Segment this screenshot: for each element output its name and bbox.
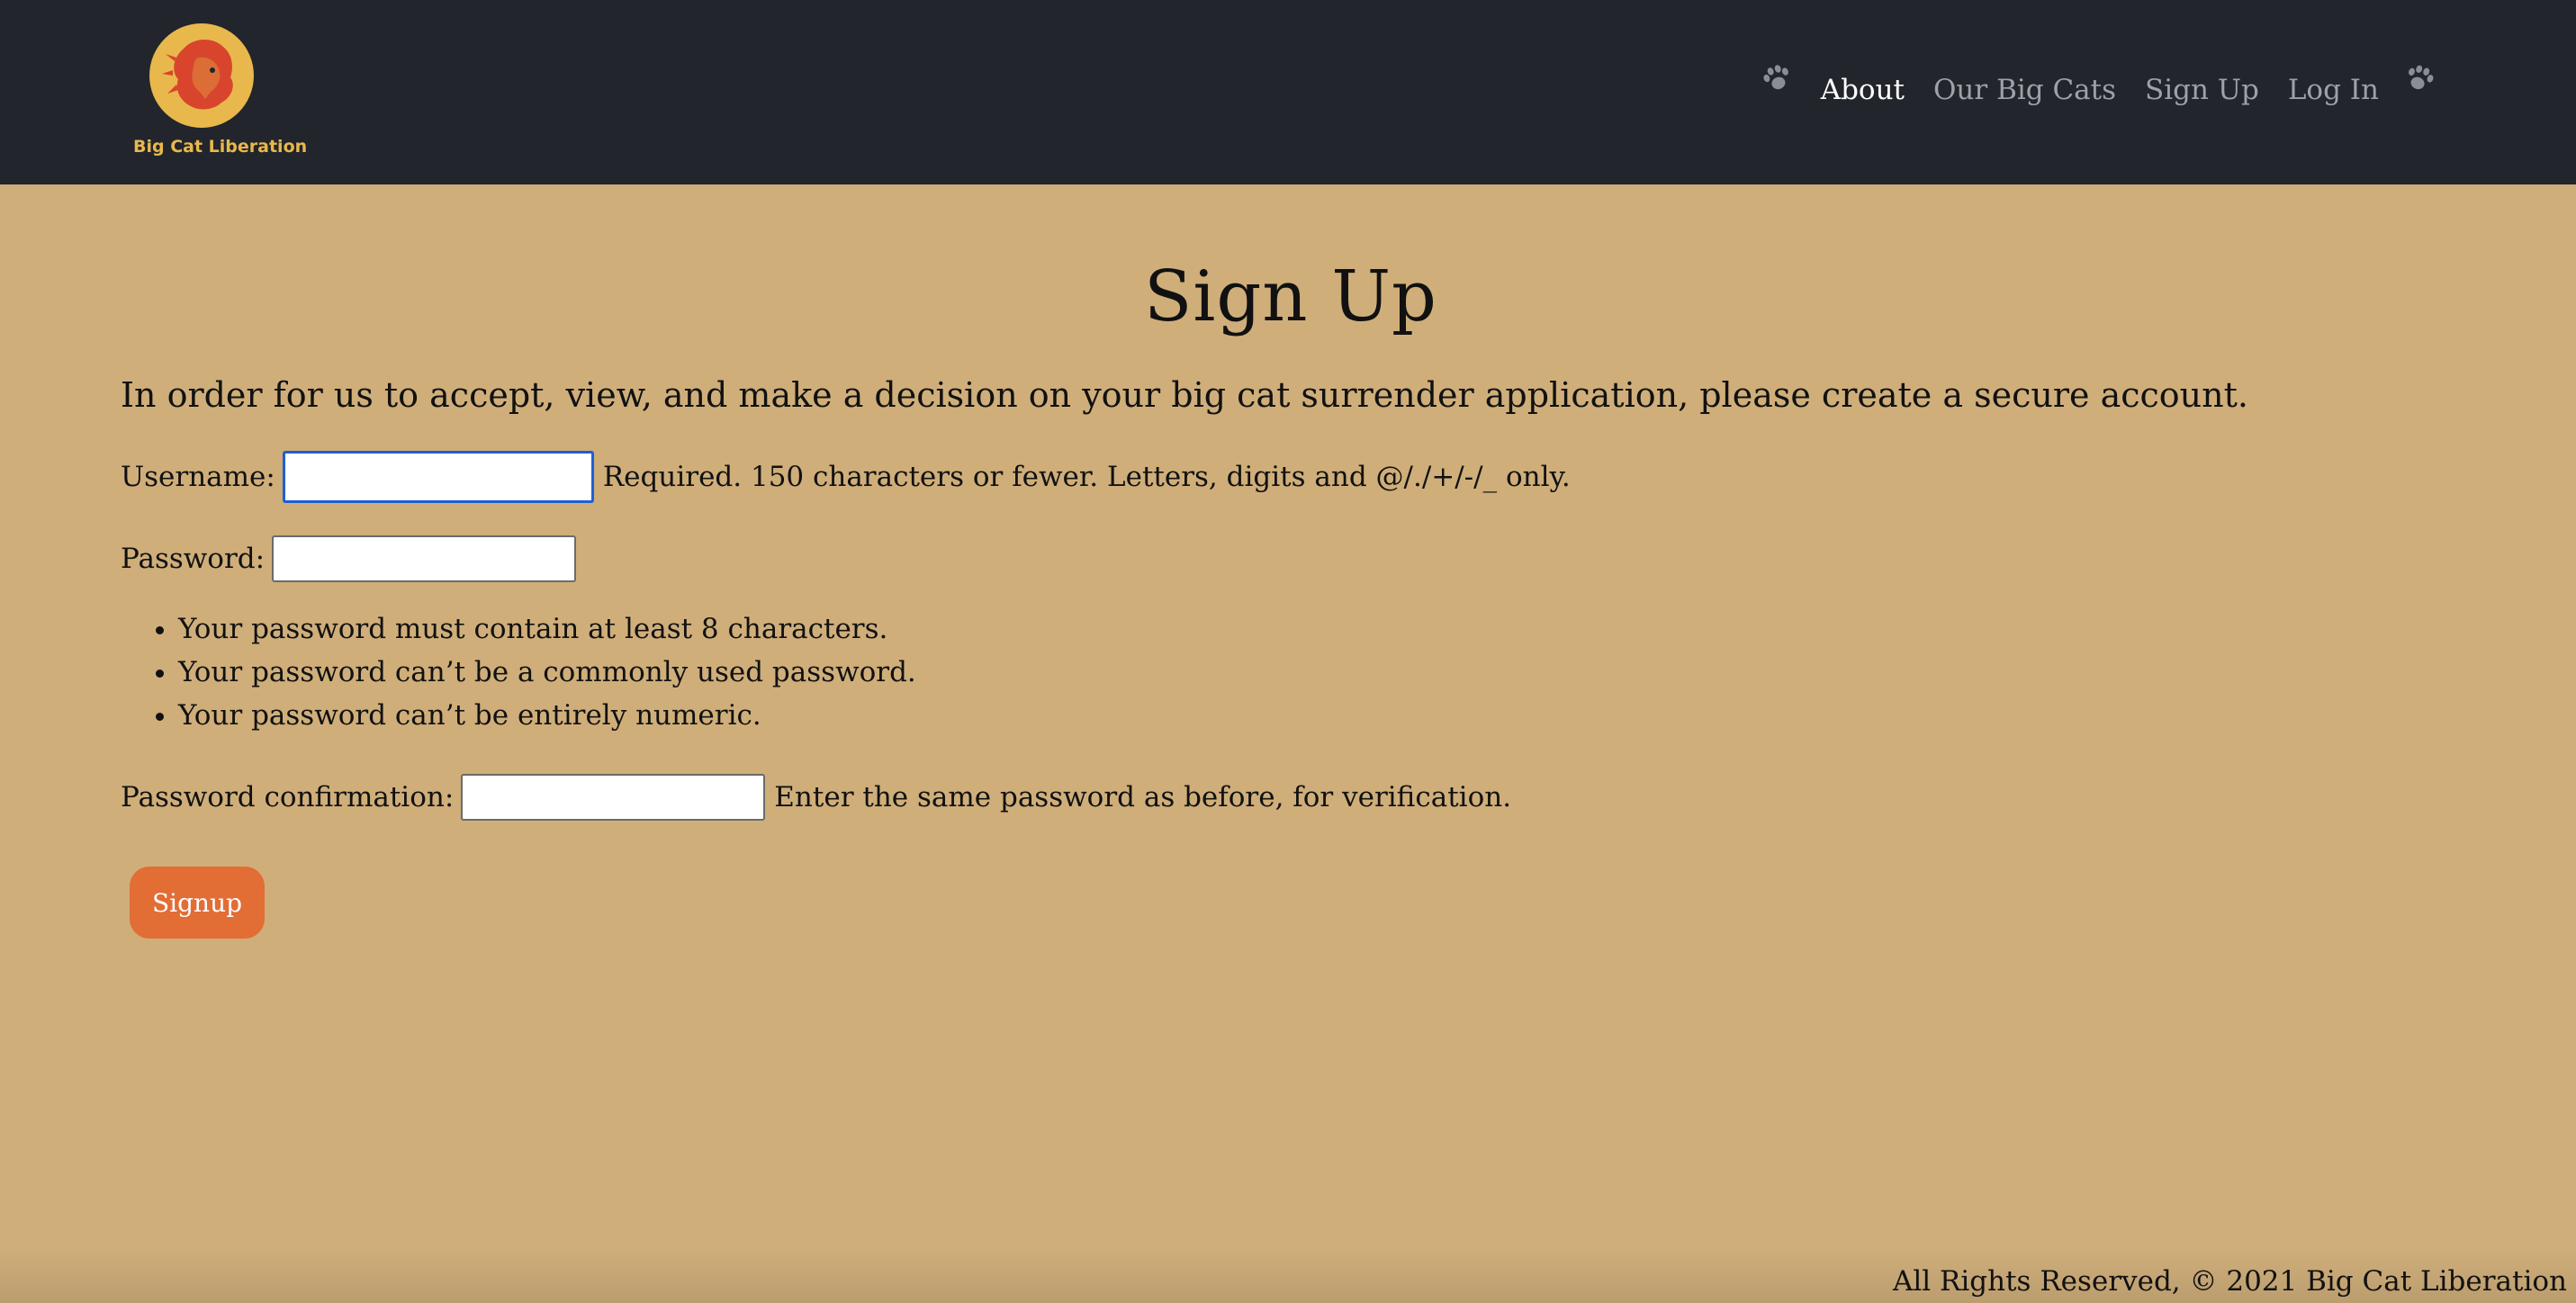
footer-copyright: All Rights Reserved, © 2021 Big Cat Libe…: [1892, 1265, 2567, 1298]
password-label: Password:: [121, 543, 266, 575]
list-item: Your password can’t be entirely numeric.: [178, 694, 916, 737]
main-nav: About Our Big Cats Sign Up Log In: [1760, 54, 2436, 126]
username-label: Username:: [121, 461, 275, 493]
signup-button[interactable]: Signup: [130, 867, 265, 939]
paw-print-icon: [2409, 65, 2434, 90]
lion-head-icon: [149, 23, 254, 128]
page-title: Sign Up: [1143, 256, 1437, 337]
username-row: Username: Required. 150 characters or fe…: [121, 451, 1571, 503]
navbar: Big Cat Liberation About Our Big Cats Si…: [0, 0, 2576, 184]
password-confirmation-help-text: Enter the same password as before, for v…: [774, 781, 1512, 813]
password-confirmation-label: Password confirmation:: [121, 781, 455, 813]
brand-link[interactable]: Big Cat Liberation: [133, 22, 308, 157]
nav-log-in[interactable]: Log In: [2288, 74, 2379, 106]
nav-sign-up[interactable]: Sign Up: [2145, 74, 2259, 106]
password-confirmation-input[interactable]: [461, 774, 766, 821]
password-input[interactable]: [272, 535, 577, 582]
nav-about[interactable]: About: [1821, 74, 1905, 106]
intro-text: In order for us to accept, view, and mak…: [121, 375, 2248, 415]
username-input[interactable]: [282, 451, 594, 503]
nav-our-big-cats[interactable]: Our Big Cats: [1933, 74, 2116, 106]
password-rules-list: Your password must contain at least 8 ch…: [121, 607, 916, 737]
username-help-text: Required. 150 characters or fewer. Lette…: [602, 461, 1571, 493]
brand-name: Big Cat Liberation: [133, 137, 308, 157]
paw-print-icon: [1763, 65, 1788, 90]
password-confirmation-row: Password confirmation: Enter the same pa…: [121, 774, 1511, 821]
password-row: Password:: [121, 535, 577, 582]
list-item: Your password must contain at least 8 ch…: [178, 607, 916, 651]
list-item: Your password can’t be a commonly used p…: [178, 651, 916, 694]
